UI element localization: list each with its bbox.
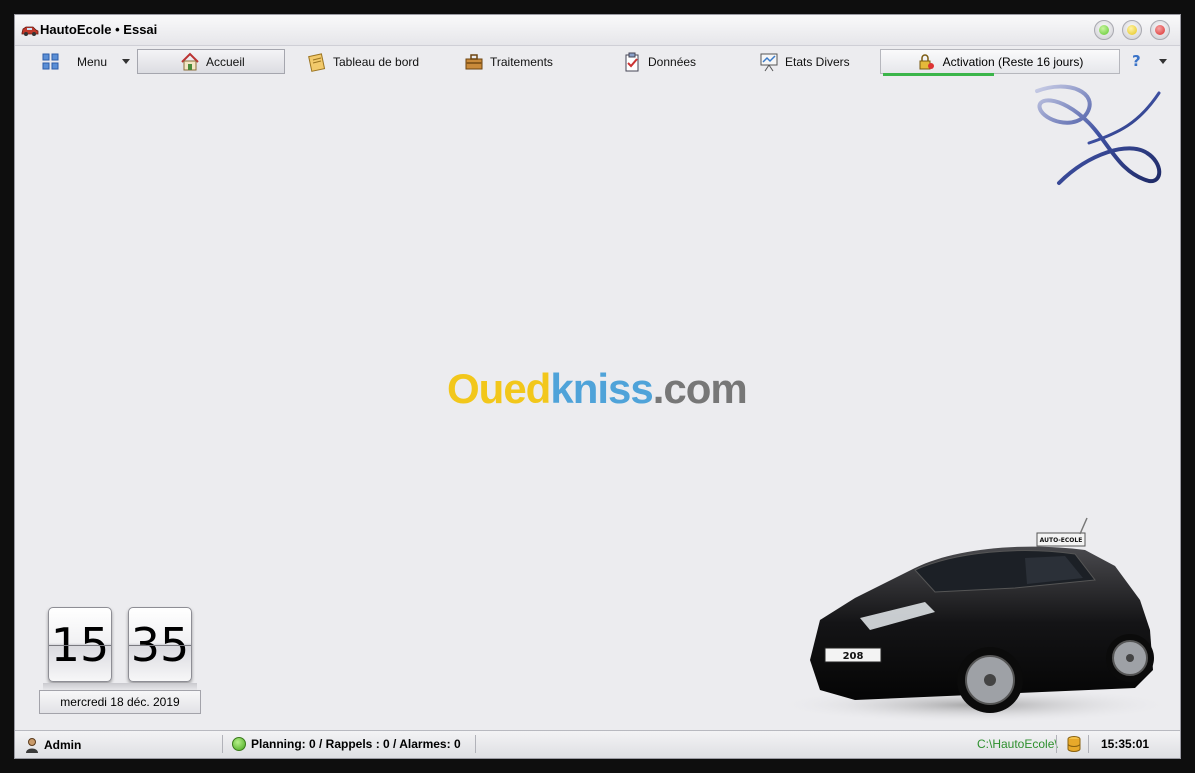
tab-accueil-label: Accueil [206, 54, 245, 69]
driving-school-car-image: 208 AUTO-ECOLE [775, 517, 1165, 723]
car-roof-sign: AUTO-ECOLE [1040, 537, 1083, 544]
activation-label: Activation (Reste 16 jours) [942, 54, 1084, 69]
activation-progress-bar [883, 73, 994, 76]
maximize-button[interactable] [1094, 20, 1114, 40]
tab-traitements[interactable]: Traitements [464, 49, 553, 74]
window-title: HautoEcole • Essai [40, 22, 158, 37]
watermark-text: Ouedkniss.com [447, 365, 748, 413]
clock-base [43, 683, 197, 690]
user-icon [26, 738, 38, 753]
presentation-board-icon [760, 53, 778, 71]
status-counters-text: Planning: 0 / Rappels : 0 / Alarmes: 0 [251, 737, 461, 751]
grid-icon [42, 53, 59, 69]
menu-label: Menu [77, 54, 108, 69]
help-chevron-down-icon[interactable] [1159, 59, 1167, 64]
status-separator [222, 735, 223, 753]
status-bar: Admin Planning: 0 / Rappels : 0 / Alarme… [15, 730, 1180, 758]
status-counters[interactable]: Planning: 0 / Rappels : 0 / Alarmes: 0 [232, 737, 461, 751]
status-separator [1088, 735, 1089, 753]
flip-clock: 15 35 mercredi 18 déc. 2019 [39, 607, 201, 714]
status-green-dot-icon [232, 737, 246, 751]
clock-hours: 15 [48, 607, 112, 682]
watermark-part-3: .com [652, 365, 748, 412]
minimize-button[interactable] [1122, 20, 1142, 40]
green-circle-icon [1099, 25, 1109, 35]
chevron-down-icon[interactable] [122, 59, 130, 64]
red-circle-icon [1155, 25, 1165, 35]
tab-tableau-de-bord-label: Tableau de bord [333, 54, 420, 69]
tab-etats-divers-label: Etats Divers [785, 54, 850, 69]
title-bar[interactable]: HautoEcole • Essai [15, 15, 1180, 46]
database-icon[interactable] [1067, 736, 1081, 752]
home-icon [181, 52, 199, 70]
car-app-icon [21, 26, 39, 36]
tab-etats-divers[interactable]: Etats Divers [759, 49, 850, 74]
status-separator [1056, 735, 1057, 753]
brand-swirl-logo [1035, 84, 1162, 185]
main-toolbar: Menu Accueil Tableau de bord Traitements… [19, 46, 1176, 77]
status-user[interactable]: Admin [25, 737, 81, 753]
yellow-circle-icon [1127, 25, 1137, 35]
lock-icon [919, 53, 934, 69]
clipboard-icon [625, 52, 639, 71]
watermark-part-1: Oued [447, 365, 551, 412]
notepad-icon [308, 52, 326, 72]
menu-button[interactable]: Menu [41, 49, 107, 74]
car-plate: 208 [843, 651, 864, 662]
tab-donnees[interactable]: Données [622, 49, 696, 74]
close-button[interactable] [1150, 20, 1170, 40]
tab-accueil[interactable]: Accueil [137, 49, 285, 74]
status-user-name: Admin [44, 738, 82, 752]
tab-traitements-label: Traitements [490, 54, 553, 69]
tab-donnees-label: Données [648, 54, 697, 69]
help-icon[interactable]: ? [1132, 52, 1141, 70]
clock-date: mercredi 18 déc. 2019 [39, 690, 201, 714]
status-path: C:\HautoEcole\ [977, 737, 1058, 751]
clock-minutes: 35 [128, 607, 192, 682]
tab-tableau-de-bord[interactable]: Tableau de bord [307, 49, 419, 74]
activation-button[interactable]: Activation (Reste 16 jours) [880, 49, 1120, 76]
app-window: HautoEcole • Essai Menu Accueil Tableau … [14, 14, 1181, 759]
toolbox-icon [465, 53, 483, 69]
watermark-part-2: kniss [550, 365, 653, 412]
status-time: 15:35:01 [1101, 737, 1150, 751]
status-separator [475, 735, 476, 753]
